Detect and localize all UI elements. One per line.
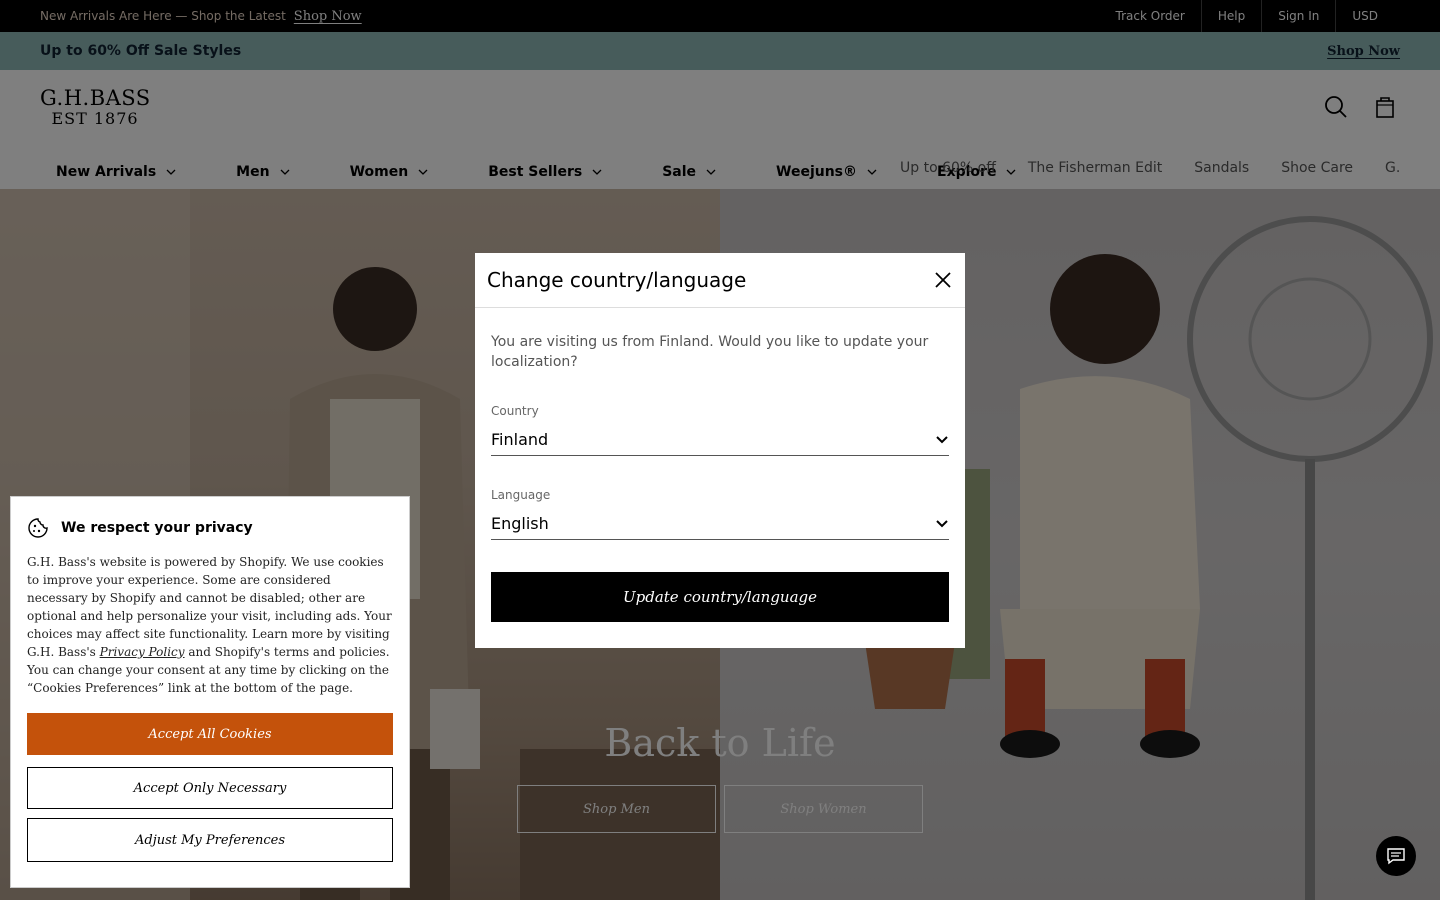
adjust-preferences-button[interactable]: Adjust My Preferences [27,818,393,862]
chevron-down-icon [936,435,948,443]
language-select[interactable]: English [491,508,949,540]
language-value: English [491,514,549,533]
country-field: Country Finland [491,404,949,456]
modal-title: Change country/language [487,268,747,292]
cookie-title: We respect your privacy [61,520,253,536]
accept-necessary-button[interactable]: Accept Only Necessary [27,767,393,809]
chevron-down-icon [936,519,948,527]
modal-body: You are visiting us from Finland. Would … [475,308,965,622]
accept-all-cookies-button[interactable]: Accept All Cookies [27,713,393,755]
localization-modal: Change country/language You are visiting… [475,253,965,648]
cookie-icon [28,518,48,538]
close-icon[interactable] [933,270,953,290]
modal-message: You are visiting us from Finland. Would … [491,334,929,370]
cookie-consent-banner: We respect your privacy G.H. Bass's webs… [10,496,410,888]
privacy-policy-link[interactable]: Privacy Policy [100,645,185,659]
language-field: Language English [491,488,949,540]
country-value: Finland [491,430,549,449]
chat-icon [1387,848,1405,865]
country-label: Country [491,404,539,418]
country-select[interactable]: Finland [491,424,949,456]
chat-button[interactable] [1376,836,1416,876]
modal-header: Change country/language [475,253,965,308]
cookie-description: G.H. Bass's website is powered by Shopif… [27,553,393,697]
cookie-text-before: G.H. Bass's website is powered by Shopif… [27,555,392,659]
update-country-language-button[interactable]: Update country/language [491,572,949,622]
language-label: Language [491,488,551,502]
cookie-header: We respect your privacy [27,517,393,539]
